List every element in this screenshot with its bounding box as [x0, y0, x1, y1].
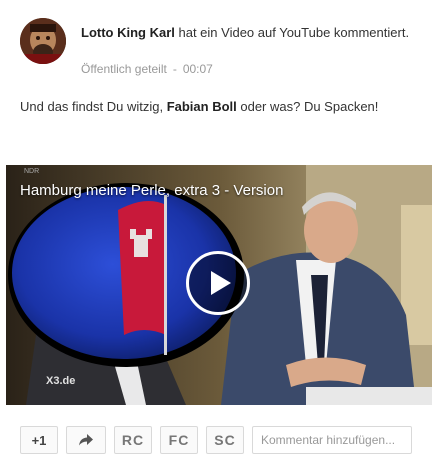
post-actions: +1 RC FC SC [20, 425, 412, 455]
plus-one-button[interactable]: +1 [20, 426, 58, 454]
post-time[interactable]: 00:07 [183, 62, 213, 76]
rc-button[interactable]: RC [114, 426, 152, 454]
fc-button[interactable]: FC [160, 426, 198, 454]
mention-link[interactable]: Fabian Boll [167, 99, 237, 114]
visibility-label[interactable]: Öffentlich geteilt [81, 62, 167, 76]
video-title[interactable]: Hamburg meine Perle, extra 3 - Version [20, 182, 283, 199]
post-meta: Öffentlich geteilt -00:07 [81, 62, 213, 76]
avatar[interactable] [20, 18, 66, 64]
post-text-after: oder was? Du Spacken! [236, 99, 379, 114]
sc-button[interactable]: SC [206, 426, 244, 454]
play-button[interactable] [186, 251, 250, 315]
video-embed[interactable]: NDR Hamburg meine Perle, extra 3 - Versi… [6, 165, 432, 405]
comment-input[interactable] [252, 426, 412, 454]
post-text: Und das findst Du witzig, Fabian Boll od… [20, 98, 420, 116]
avatar-image [20, 18, 66, 64]
post-text-before: Und das findst Du witzig, [20, 99, 167, 114]
action-text: hat ein Video auf YouTube kommentiert. [174, 25, 410, 40]
video-watermark: X3.de [46, 375, 76, 387]
share-button[interactable] [66, 426, 106, 454]
author-name[interactable]: Lotto King Karl [81, 25, 175, 40]
share-arrow-icon [79, 434, 93, 446]
svg-text:NDR: NDR [24, 168, 39, 175]
play-icon [211, 271, 231, 295]
meta-separator: - [172, 62, 177, 76]
post-header: Lotto King Karl hat ein Video auf YouTub… [81, 24, 421, 42]
